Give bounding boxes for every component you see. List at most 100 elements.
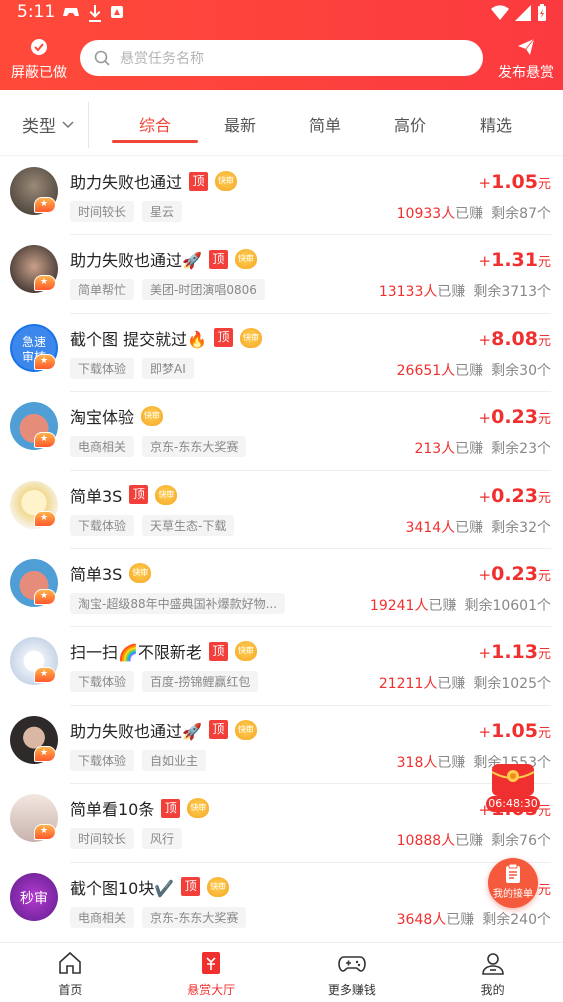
task-tag: 下载体验: [70, 671, 135, 693]
task-title: 淘宝体验: [70, 408, 135, 428]
tab-high-price[interactable]: 高价: [370, 112, 450, 136]
earned-count: 3648人: [396, 911, 447, 928]
task-tag: 京东-东东大奖赛: [142, 906, 247, 928]
task-row[interactable]: ★ 简单看10条 顶 快审 时间较长 风行 +1.05元 10888人已赚剩余7…: [0, 784, 563, 863]
task-tag: 天草生态-下载: [142, 514, 235, 536]
active-tab-indicator: [112, 140, 198, 143]
tab-simple[interactable]: 简单: [285, 112, 365, 136]
wifi-icon: [491, 5, 509, 21]
tab-newest[interactable]: 最新: [200, 112, 280, 136]
earned-count: 19241人: [369, 597, 429, 614]
publish-reward-button[interactable]: 发布悬赏: [491, 38, 561, 82]
star-badge-icon: ★: [34, 353, 56, 370]
nav-home-label: 首页: [58, 983, 83, 997]
task-tags: 下载体验 自如业主: [70, 749, 207, 771]
task-tag: 风行: [142, 828, 183, 850]
task-title: 简单3S: [70, 564, 123, 584]
nav-more-earn[interactable]: 更多赚钱: [282, 943, 423, 1002]
task-tags: 淘宝-超级88年中盛典国补爆款好物...: [70, 592, 286, 614]
second-review-avatar-icon: 秒审: [20, 891, 48, 907]
earned-count: 21211人: [378, 676, 438, 693]
header: 5:11 屏蔽已做 悬赏任务名称 发布悬赏: [0, 0, 563, 90]
system-icons: [491, 4, 547, 22]
my-orders-label: 我的接单: [493, 889, 533, 900]
search-input[interactable]: 悬赏任务名称: [80, 40, 483, 76]
countdown-timer: 06:48:30: [486, 796, 540, 812]
task-tag: 下载体验: [70, 514, 135, 536]
task-stats: 26651人已赚 剩余30个: [396, 362, 551, 379]
task-tag: 淘宝-超级88年中盛典国补爆款好物...: [70, 592, 286, 614]
task-row[interactable]: ★ 简单3S 顶 快审 下载体验 天草生态-下载 +0.23元 3414人已赚剩…: [0, 471, 563, 549]
nav-reward-hall[interactable]: 悬赏大厅: [141, 943, 282, 1002]
task-row[interactable]: ★ 助力失败也通过 顶 快审 时间较长 星云 +1.05元 10933人已赚 剩余…: [0, 157, 563, 236]
app-screen: 5:11 屏蔽已做 悬赏任务名称 发布悬赏 类型 综合 最新 简单 高价 精选 …: [0, 0, 563, 1002]
earned-count: 318人: [396, 754, 438, 771]
send-icon: [518, 38, 535, 55]
nav-home[interactable]: 首页: [0, 943, 141, 1002]
task-tag: 京东-东东大奖赛: [142, 436, 247, 458]
task-title: 简单3S: [70, 486, 123, 506]
task-row[interactable]: 秒审 截个图10块✔️ 顶 快审 电商相关 京东-东东大奖赛 +10元 3648…: [0, 863, 563, 941]
fast-review-badge: 快审: [240, 327, 263, 348]
star-badge-icon: ★: [34, 510, 56, 527]
star-badge-icon: ★: [34, 745, 56, 762]
task-row[interactable]: ★ 助力失败也通过🚀 顶 快审 简单帮忙 美团-时团演唱0806 +1.31元 …: [0, 235, 563, 314]
remaining-count: 剩余240个: [482, 911, 551, 928]
remaining-count: 剩余76个: [491, 833, 551, 850]
tab-comprehensive[interactable]: 综合: [115, 112, 195, 136]
top-badge: 顶: [208, 720, 228, 740]
task-tags: 电商相关 京东-东东大奖赛: [70, 436, 247, 458]
task-stats: 10888人已赚 剩余76个: [396, 833, 551, 850]
tab-featured[interactable]: 精选: [456, 112, 536, 136]
task-tag: 百度-捞锦鲤赢红包: [142, 671, 259, 693]
task-price: +0.23元: [478, 562, 551, 585]
top-badge: 顶: [181, 877, 201, 897]
search-icon: [94, 50, 110, 66]
remaining-count: 剩余23个: [491, 441, 551, 458]
task-tag: 时间较长: [70, 201, 135, 222]
hide-done-button[interactable]: 屏蔽已做: [4, 38, 74, 82]
nav-mine[interactable]: 我的: [422, 943, 563, 1002]
svg-text:秒审: 秒审: [20, 891, 48, 907]
task-price: +1.31元: [478, 249, 551, 272]
task-row[interactable]: ★ 助力失败也通过🚀 顶 快审 下载体验 自如业主 +1.05元 318人已赚剩…: [0, 706, 563, 785]
task-tags: 简单帮忙 美团-时团演唱0806: [70, 279, 265, 301]
task-row[interactable]: ★ 淘宝体验 快审 电商相关 京东-东东大奖赛 +0.23元 213人已赚 剩余2…: [0, 392, 563, 471]
bottom-nav: 首页 悬赏大厅 更多赚钱 我的: [0, 942, 563, 1002]
task-row[interactable]: ★ 扫一扫🌈不限新老 顶 快审 下载体验 百度-捞锦鲤赢红包 +1.13元 21…: [0, 627, 563, 706]
task-tags: 时间较长 星云: [70, 201, 183, 222]
signal-icon: [515, 5, 531, 21]
app-notify-icon: [111, 6, 123, 18]
task-tags: 时间较长 风行: [70, 828, 183, 850]
user-icon: [481, 953, 504, 975]
status-bar: 5:11: [0, 0, 563, 26]
task-tags: 电商相关 京东-东东大奖赛: [70, 906, 247, 928]
task-price: +1.13元: [478, 641, 551, 664]
task-tag: 电商相关: [70, 906, 135, 928]
task-stats: 213人已赚 剩余23个: [414, 441, 551, 458]
my-orders-button[interactable]: 我的接单: [488, 858, 538, 908]
task-price: +1.05元: [478, 171, 551, 193]
type-label: 类型: [22, 117, 56, 137]
clipboard-icon: [506, 863, 520, 883]
task-stats: 3648人已赚 剩余240个: [396, 911, 551, 928]
remaining-count: 剩余30个: [491, 362, 551, 379]
top-badge: 顶: [208, 249, 228, 269]
fast-review-badge: 快审: [187, 798, 210, 819]
notification-icons: [62, 4, 124, 22]
fast-review-badge: 快审: [234, 719, 257, 740]
task-tag: 电商相关: [70, 436, 135, 458]
download-icon: [89, 5, 101, 22]
svg-text:急速: 急速: [22, 334, 46, 349]
task-row[interactable]: ★ 简单3S 快审 淘宝-超级88年中盛典国补爆款好物... +0.23元 19…: [0, 549, 563, 628]
reward-hall-icon: [202, 952, 221, 974]
task-row[interactable]: 急速 审核 ★ 截个图 提交就过🔥 顶 快审 下载体验 即梦AI +8.08元 2…: [0, 314, 563, 393]
remaining-count: 剩余1025个: [473, 676, 551, 693]
red-envelope-timer[interactable]: 06:48:30: [486, 758, 540, 816]
earned-count: 10888人: [396, 833, 456, 850]
task-stats: 13133人已赚 剩余3713个: [378, 284, 551, 301]
star-badge-icon: ★: [34, 824, 56, 841]
check-circle-icon: [31, 39, 47, 55]
fast-review-badge: 快审: [155, 484, 178, 505]
type-dropdown[interactable]: 类型: [22, 112, 74, 137]
